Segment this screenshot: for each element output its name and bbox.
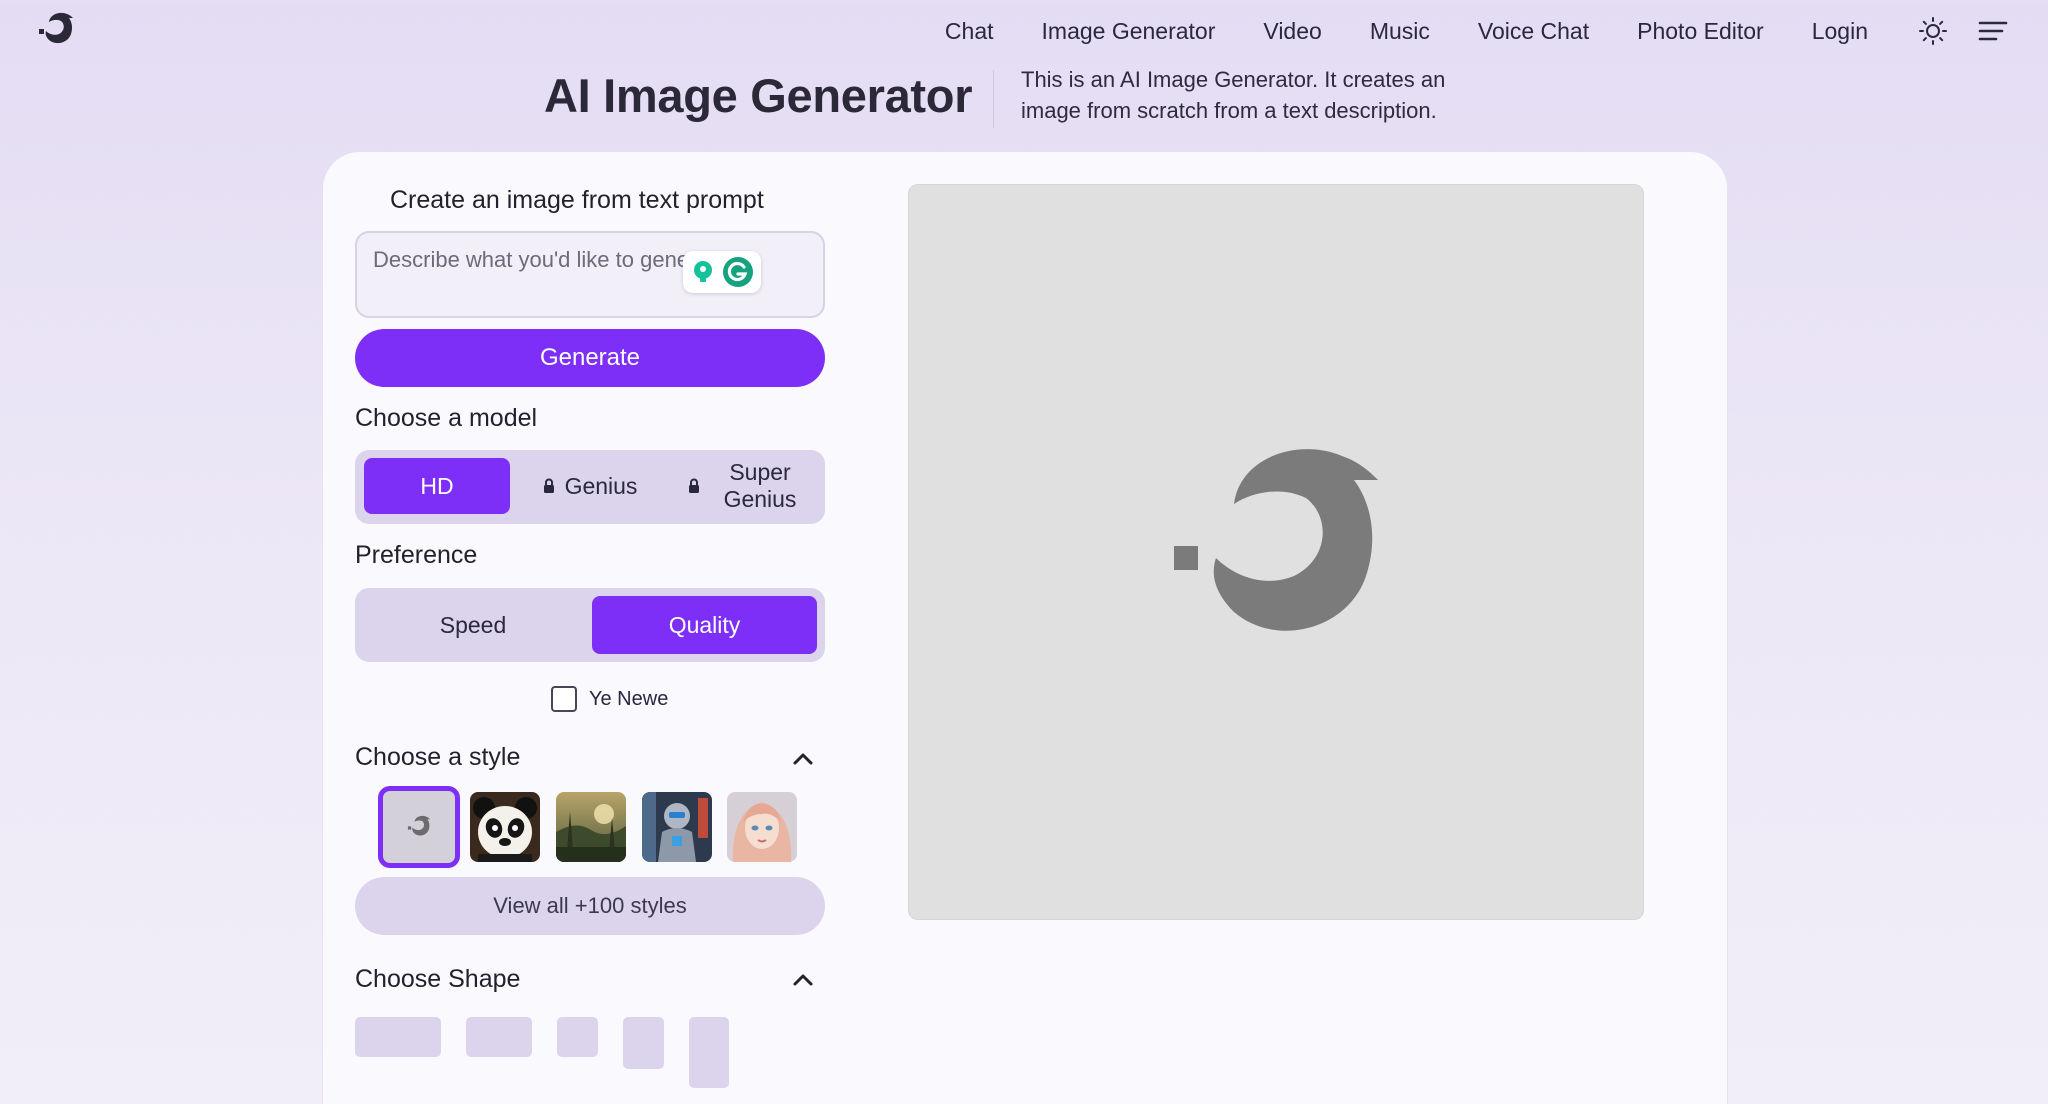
model-option-label: Genius (564, 472, 638, 499)
dolphin-logo-icon[interactable] (36, 10, 76, 50)
shape-option-wide[interactable] (355, 1017, 441, 1057)
nav-voice-chat[interactable]: Voice Chat (1478, 18, 1589, 45)
shape-option-portrait[interactable] (623, 1017, 664, 1069)
dolphin-placeholder-icon (1174, 449, 1378, 631)
image-preview (908, 184, 1644, 920)
chevron-up-icon[interactable] (790, 967, 816, 993)
style-thumb-panda[interactable] (470, 792, 540, 862)
model-heading: Choose a model (355, 404, 538, 432)
title-divider (993, 70, 994, 128)
prompt-box (355, 231, 825, 318)
hamburger-menu-icon[interactable] (1976, 14, 2010, 48)
preference-option-quality[interactable]: Quality (592, 596, 817, 654)
grammarly-g-icon (723, 257, 754, 287)
top-navigation: Chat Image Generator Video Music Voice C… (0, 0, 2048, 62)
ye-newe-checkbox[interactable] (551, 686, 577, 712)
lock-icon (688, 478, 700, 494)
shape-heading: Choose Shape (355, 965, 521, 993)
nav-chat[interactable]: Chat (945, 18, 994, 45)
nav-image-generator[interactable]: Image Generator (1042, 18, 1216, 45)
nav-photo-editor[interactable]: Photo Editor (1637, 18, 1764, 45)
model-option-label: HD (420, 472, 454, 499)
grammarly-bulb-icon (693, 261, 712, 282)
shape-option-landscape[interactable] (466, 1017, 532, 1057)
model-option-genius[interactable]: Genius (515, 458, 665, 514)
shape-option-tall[interactable] (689, 1017, 729, 1088)
chevron-up-icon[interactable] (790, 746, 816, 772)
page-title: AI Image Generator (544, 69, 973, 122)
shape-option-square[interactable] (557, 1017, 598, 1057)
preference-selector: Speed Quality (355, 588, 825, 662)
dolphin-logo-icon (407, 815, 431, 836)
preference-heading: Preference (355, 541, 478, 569)
prompt-heading: Create an image from text prompt (390, 186, 764, 214)
style-thumb-robot[interactable] (642, 792, 712, 862)
lock-icon (543, 478, 555, 494)
preference-option-speed[interactable]: Speed (363, 596, 583, 654)
style-thumb-portrait[interactable] (727, 792, 797, 862)
grammarly-widget[interactable] (683, 251, 761, 293)
model-option-label: Super Genius (723, 459, 797, 512)
nav-login[interactable]: Login (1812, 18, 1868, 45)
model-selector: HD Genius Super Genius (355, 450, 825, 524)
sun-icon[interactable] (1916, 14, 1950, 48)
page-description: This is an AI Image Generator. It create… (1021, 67, 1446, 123)
style-heading: Choose a style (355, 743, 521, 771)
view-all-styles-button[interactable]: View all +100 styles (355, 877, 825, 935)
ye-newe-toggle[interactable]: Ye Newe (551, 686, 668, 712)
nav-video[interactable]: Video (1263, 18, 1321, 45)
ye-newe-label: Ye Newe (589, 687, 669, 710)
generate-button[interactable]: Generate (355, 329, 825, 387)
model-option-super-genius[interactable]: Super Genius (670, 458, 818, 514)
main-nav: Chat Image Generator Video Music Voice C… (945, 0, 2048, 62)
nav-music[interactable]: Music (1370, 18, 1430, 45)
style-thumb-default[interactable] (378, 786, 460, 868)
style-thumb-landscape[interactable] (556, 792, 626, 862)
prompt-input[interactable] (373, 245, 713, 275)
model-option-hd[interactable]: HD (364, 458, 510, 514)
